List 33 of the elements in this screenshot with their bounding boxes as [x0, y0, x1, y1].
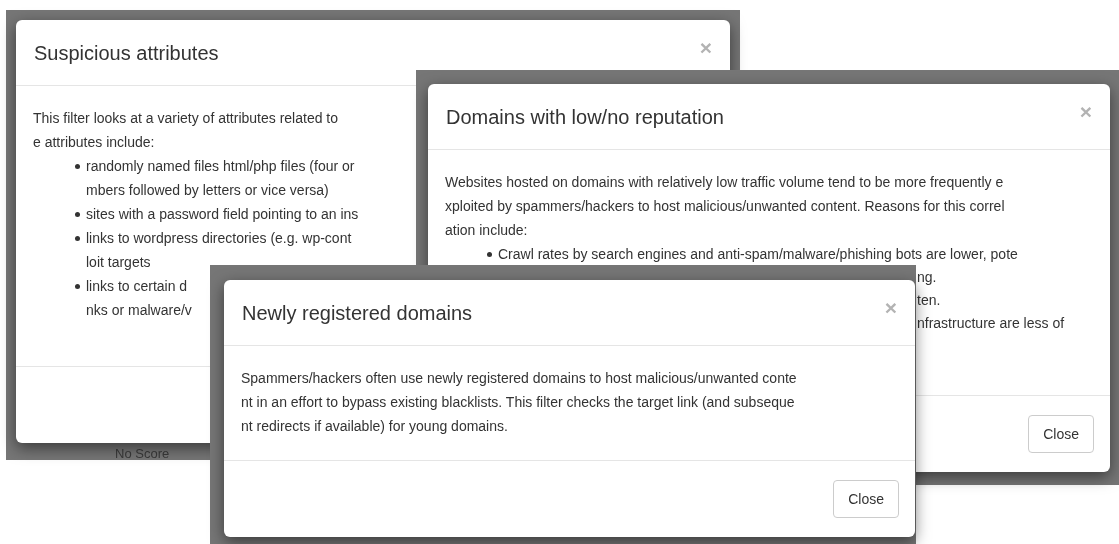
bullet-icon [487, 251, 492, 257]
body-text-line: This filter looks at a variety of attributes related to [33, 110, 339, 126]
body-text-line: xploited by spammers/hackers to host malicious/unwanted content. Reasons for this correl [445, 198, 1005, 214]
bullet-icon [75, 211, 80, 217]
bullet-icon [75, 283, 80, 289]
bullet-text: Crawl rates by search engines and anti-spam/malware/phishing bots are lower, pote [498, 245, 1018, 264]
bullet-icon [75, 235, 80, 241]
body-text-line: nt in an effort to bypass existing blacklists. This filter checks the target link (and subseque [241, 394, 795, 410]
bullet-text: nfrastructure are less of [917, 315, 1065, 331]
bullet-text: loit targets [86, 254, 151, 270]
backdrop-text: No Score [115, 447, 170, 461]
body-text-line: nt redirects if available) for young domains. [241, 418, 508, 434]
body-text-line: Spammers/hackers often use newly registered domains to host malicious/unwanted conte [241, 370, 797, 386]
bullet-text: randomly named files html/php files (four or [86, 157, 355, 176]
body-text-line: e attributes include: [33, 134, 155, 150]
body-text-line: Websites hosted on domains with relatively low traffic volume tend to be more frequently e [445, 174, 1004, 190]
close-button[interactable]: × [884, 297, 897, 318]
bullet-text: links to wordpress directories (e.g. wp-cont [86, 229, 352, 248]
bullet-text: links to certain d [86, 277, 188, 296]
bullet-text: sites with a password field pointing to an ins [86, 205, 359, 224]
close-button[interactable]: × [1079, 101, 1092, 122]
modal-title: Newly registered domains [242, 300, 473, 326]
bullet-text: ten. [917, 292, 941, 308]
body-text-line: ation include: [445, 222, 528, 238]
bullet-text: mbers followed by letters or vice versa) [86, 182, 329, 198]
bullet-text: ng. [917, 269, 937, 285]
bullet-icon [75, 163, 80, 169]
modal-title: Suspicious attributes [34, 40, 219, 66]
close-button[interactable]: Close [833, 480, 899, 518]
close-button[interactable]: × [699, 37, 712, 58]
bullet-text: nks or malware/v [86, 302, 192, 318]
modal-title: Domains with low/no reputation [446, 104, 724, 130]
close-button[interactable]: Close [1028, 415, 1094, 453]
